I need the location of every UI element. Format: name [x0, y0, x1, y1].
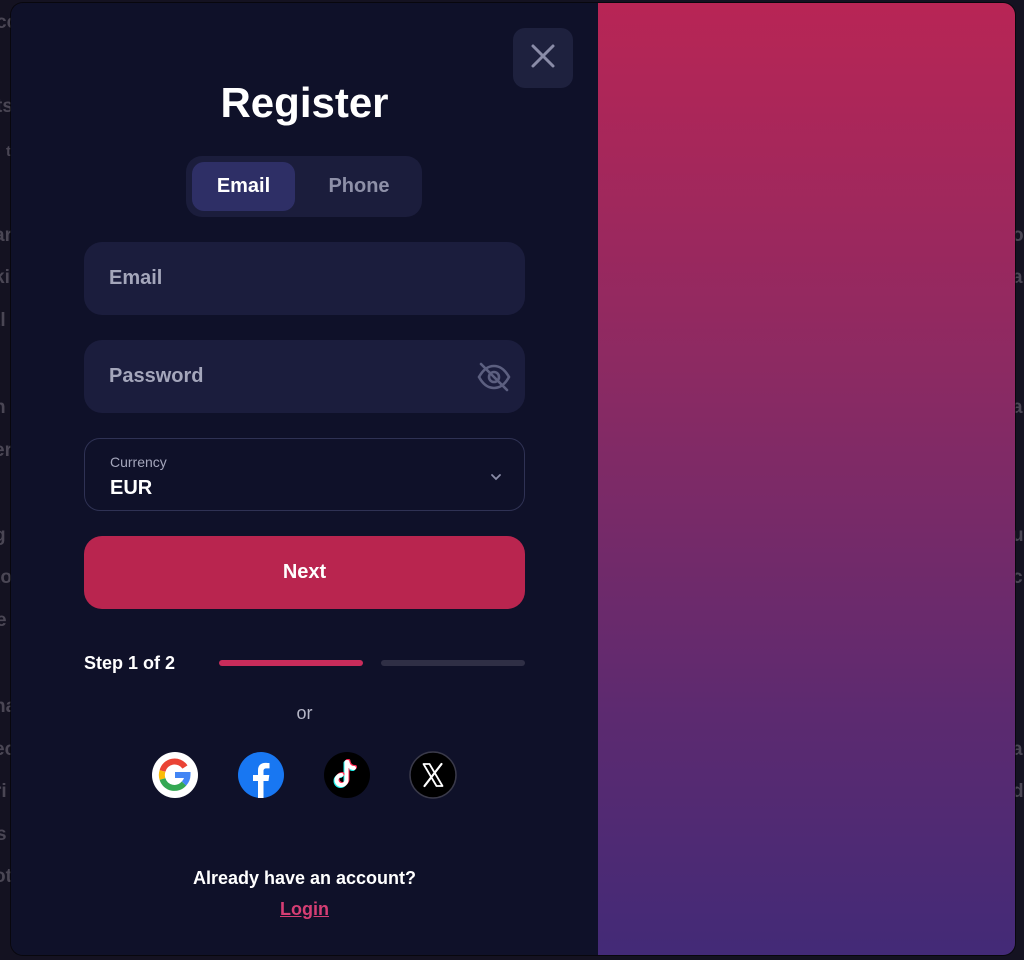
background-text: tl [0, 310, 6, 331]
decorative-gradient-panel [598, 3, 1015, 955]
tab-email[interactable]: Email [192, 162, 295, 211]
login-link[interactable]: Login [11, 899, 598, 920]
register-form-panel: Register Email Phone Email Password Curr… [11, 3, 598, 955]
background-text: e [0, 610, 7, 631]
tiktok-icon [323, 752, 371, 803]
step-progress-bar-2 [381, 660, 525, 666]
google-icon [151, 752, 199, 803]
background-text: ri [0, 781, 7, 802]
password-placeholder: Password [109, 365, 204, 387]
password-field[interactable]: Password [84, 340, 525, 413]
currency-label: Currency [110, 454, 167, 470]
close-icon [530, 43, 556, 74]
facebook-login-button[interactable] [237, 751, 285, 799]
already-have-account-text: Already have an account? [192, 868, 417, 888]
facebook-icon [237, 752, 285, 803]
currency-select[interactable]: Currency EUR [84, 438, 525, 511]
step-indicator-text: Step 1 of 2 [84, 653, 176, 673]
register-method-tabs: Email Phone [186, 156, 422, 217]
modal-title: Register [220, 79, 389, 126]
or-divider: or [296, 703, 313, 723]
email-field[interactable]: Email [84, 242, 525, 315]
x-login-button[interactable] [409, 751, 457, 799]
email-placeholder: Email [109, 267, 163, 289]
background-text: g [0, 525, 6, 547]
step-progress-bar-1 [219, 660, 363, 666]
currency-value: EUR [110, 477, 153, 499]
background-text: s [0, 824, 7, 845]
tiktok-login-button[interactable] [323, 751, 371, 799]
background-text: ki [0, 267, 10, 288]
chevron-down-icon [490, 468, 502, 486]
tab-phone[interactable]: Phone [304, 162, 414, 211]
eye-off-icon[interactable] [477, 362, 511, 397]
x-icon [409, 751, 457, 803]
next-button[interactable]: Next [84, 536, 525, 609]
google-login-button[interactable] [151, 751, 199, 799]
register-modal: Register Email Phone Email Password Curr… [11, 3, 1015, 955]
background-text: n [0, 397, 6, 419]
